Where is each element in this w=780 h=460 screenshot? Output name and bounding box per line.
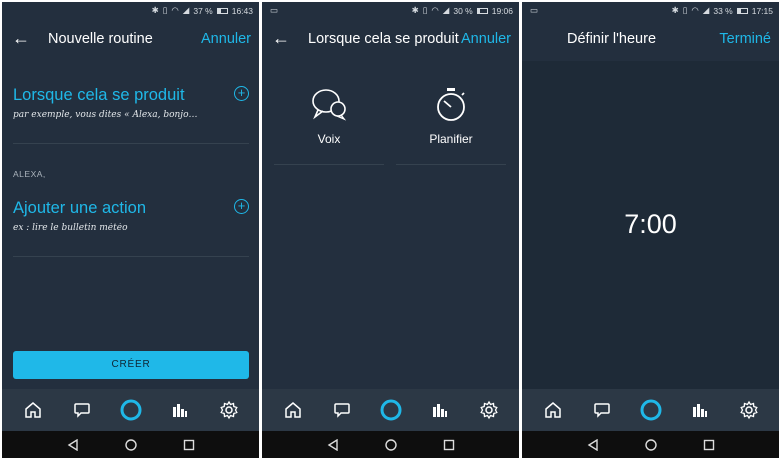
time-picker-area: 7:00 — [522, 61, 779, 389]
page-title: Nouvelle routine — [48, 31, 153, 47]
action-section-title: Ajouter une action — [13, 199, 147, 217]
screen-set-time: ▭ ✱ ▯ ◠ ◢ 33 % 17:15 Définir l'heure Ter… — [522, 2, 779, 458]
cancel-button[interactable]: Annuler — [461, 31, 511, 47]
back-triangle-icon[interactable] — [66, 438, 80, 452]
vibrate-icon: ▯ — [422, 5, 428, 15]
chat-icon[interactable] — [329, 397, 355, 423]
trigger-schedule[interactable]: Planifier — [396, 86, 506, 165]
cancel-button[interactable]: Annuler — [201, 31, 251, 47]
bottom-nav — [262, 389, 519, 431]
trigger-section-subtitle: par exemple, vous dites « Alexa, bonjo… — [13, 110, 198, 120]
action-section-subtitle: ex : lire le bulletin météo — [13, 223, 128, 233]
bluetooth-icon: ✱ — [671, 5, 679, 15]
screen-trigger-choice: ▭ ✱ ▯ ◠ ◢ 30 % 19:06 ← Lorsque cela se p… — [262, 2, 519, 458]
recents-square-icon[interactable] — [702, 438, 716, 452]
back-arrow-icon[interactable]: ← — [12, 28, 30, 49]
header: Définir l'heure Terminé — [522, 19, 779, 61]
bottom-nav — [522, 389, 779, 431]
battery-icon — [736, 7, 748, 14]
add-action-plus-icon[interactable]: + — [234, 199, 249, 214]
status-time: 19:06 — [491, 5, 513, 16]
trigger-section-title: Lorsque cela se produit — [13, 86, 185, 104]
stopwatch-icon — [396, 86, 506, 124]
trigger-section[interactable]: Lorsque cela se produit par exemple, vou… — [13, 86, 249, 120]
status-bar: ▭ ✱ ▯ ◠ ◢ 30 % 19:06 — [262, 2, 519, 19]
time-value[interactable]: 7:00 — [522, 209, 779, 240]
vibrate-icon: ▯ — [162, 5, 168, 15]
trigger-voice-label: Voix — [317, 132, 341, 146]
page-title: Lorsque cela se produit — [308, 31, 459, 47]
music-bars-icon[interactable] — [687, 397, 713, 423]
create-button[interactable]: CRÉER — [13, 351, 249, 379]
status-time: 16:43 — [231, 5, 253, 16]
recents-square-icon[interactable] — [182, 438, 196, 452]
home-circle-icon[interactable] — [124, 438, 138, 452]
music-bars-icon[interactable] — [167, 397, 193, 423]
music-bars-icon[interactable] — [427, 397, 453, 423]
alexa-ring-icon[interactable] — [118, 397, 144, 423]
add-trigger-plus-icon[interactable]: + — [234, 86, 249, 101]
divider — [13, 143, 249, 144]
back-triangle-icon[interactable] — [326, 438, 340, 452]
battery-icon — [476, 7, 488, 14]
home-icon[interactable] — [280, 397, 306, 423]
bluetooth-icon: ✱ — [151, 5, 159, 15]
signal-icon: ◢ — [182, 5, 190, 15]
divider — [13, 256, 249, 257]
home-icon[interactable] — [20, 397, 46, 423]
status-time: 17:15 — [751, 5, 773, 16]
header: ← Nouvelle routine Annuler — [2, 19, 259, 61]
header: ← Lorsque cela se produit Annuler — [262, 19, 519, 61]
home-circle-icon[interactable] — [644, 438, 658, 452]
home-circle-icon[interactable] — [384, 438, 398, 452]
message-icon: ▭ — [530, 5, 539, 15]
alexa-ring-icon[interactable] — [638, 397, 664, 423]
trigger-voice[interactable]: Voix — [274, 86, 384, 165]
status-bar: ✱ ▯ ◠ ◢ 37 % 16:43 — [2, 2, 259, 19]
bluetooth-icon: ✱ — [411, 5, 419, 15]
screen-new-routine: ✱ ▯ ◠ ◢ 37 % 16:43 ← Nouvelle routine An… — [2, 2, 259, 458]
trigger-schedule-label: Planifier — [429, 132, 473, 146]
page-title: Définir l'heure — [567, 31, 657, 47]
action-section[interactable]: Ajouter une action ex : lire le bulletin… — [13, 199, 249, 233]
system-nav-bar — [262, 431, 519, 458]
battery-percent: 30 % — [453, 5, 473, 16]
system-nav-bar — [522, 431, 779, 458]
chat-icon[interactable] — [589, 397, 615, 423]
message-icon: ▭ — [270, 5, 279, 15]
divider — [274, 164, 384, 165]
signal-icon: ◢ — [702, 5, 710, 15]
divider — [396, 164, 506, 165]
alexa-label: ALEXA, — [13, 169, 46, 179]
home-icon[interactable] — [540, 397, 566, 423]
back-triangle-icon[interactable] — [586, 438, 600, 452]
speech-bubbles-icon — [274, 86, 384, 124]
battery-percent: 37 % — [193, 5, 213, 16]
wifi-icon: ◠ — [171, 5, 179, 15]
bottom-nav — [2, 389, 259, 431]
settings-gear-icon[interactable] — [216, 397, 242, 423]
vibrate-icon: ▯ — [682, 5, 688, 15]
alexa-ring-icon[interactable] — [378, 397, 404, 423]
settings-gear-icon[interactable] — [736, 397, 762, 423]
system-nav-bar — [2, 431, 259, 458]
wifi-icon: ◠ — [691, 5, 699, 15]
chat-icon[interactable] — [69, 397, 95, 423]
battery-percent: 33 % — [713, 5, 733, 16]
back-arrow-icon[interactable]: ← — [272, 28, 290, 49]
settings-gear-icon[interactable] — [476, 397, 502, 423]
signal-icon: ◢ — [442, 5, 450, 15]
recents-square-icon[interactable] — [442, 438, 456, 452]
wifi-icon: ◠ — [431, 5, 439, 15]
done-button[interactable]: Terminé — [719, 31, 771, 47]
battery-icon — [216, 7, 228, 14]
status-bar: ▭ ✱ ▯ ◠ ◢ 33 % 17:15 — [522, 2, 779, 19]
